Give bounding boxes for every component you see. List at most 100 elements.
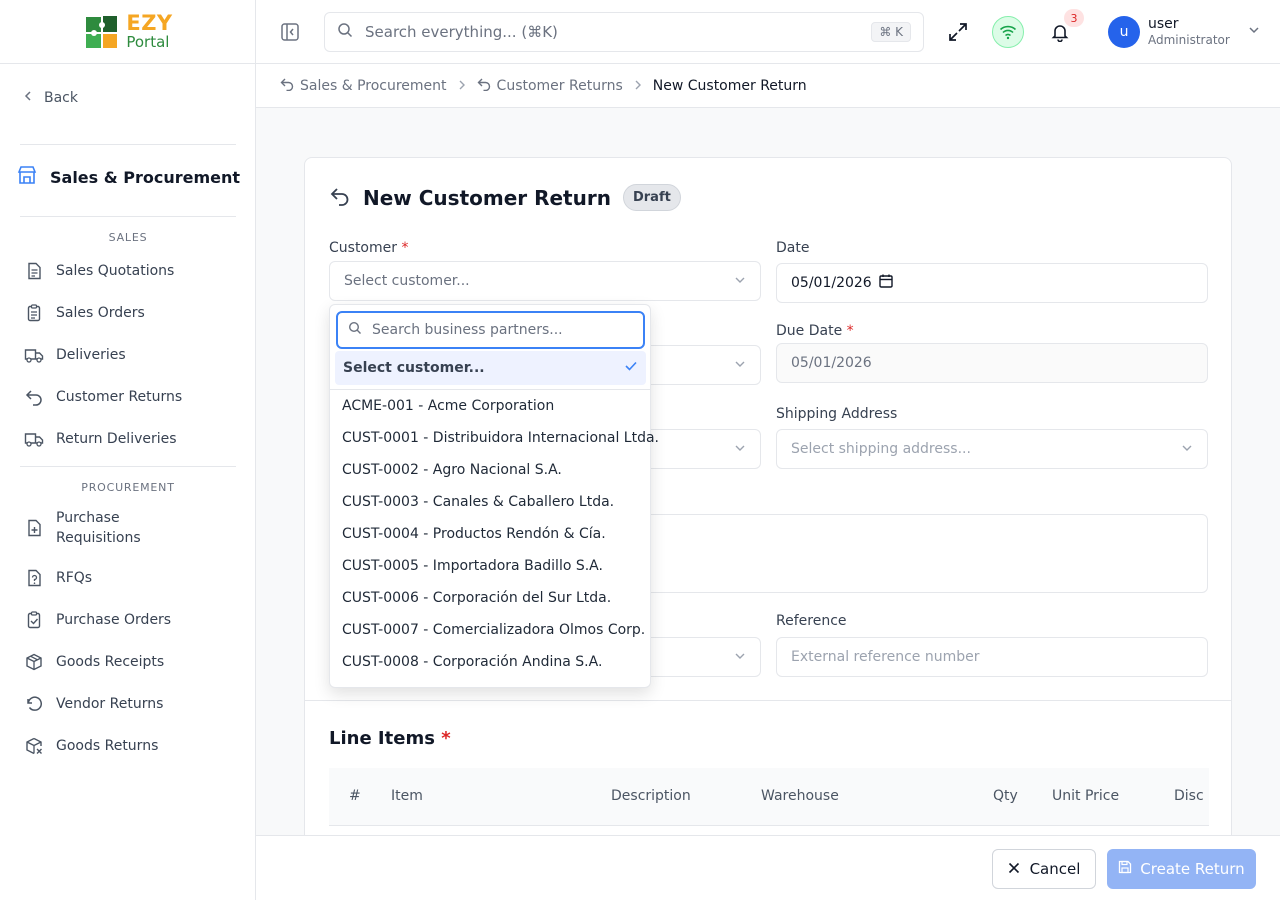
dropdown-option[interactable]: CUST-0007 - Comercializadora Olmos Corp.: [342, 622, 645, 638]
package-x-icon: [24, 736, 44, 756]
shipping-address-label: Shipping Address: [776, 406, 898, 422]
chevron-down-icon: [734, 650, 746, 665]
breadcrumb-item-sales-procurement[interactable]: Sales & Procurement: [280, 77, 447, 95]
search-shortcut-hint: ⌘ K: [871, 22, 911, 42]
sidebar-toggle-icon[interactable]: [280, 22, 300, 42]
chevron-down-icon: [1248, 24, 1260, 40]
dropdown-option[interactable]: CUST-0005 - Importadora Badillo S.A.: [342, 558, 603, 574]
close-icon: [1008, 860, 1020, 878]
sidebar-item-goods-receipts[interactable]: Goods Receipts: [24, 652, 234, 672]
chevron-right-icon: [457, 78, 467, 94]
dropdown-option-label: Select customer...: [343, 360, 485, 376]
sidebar-item-label: Customer Returns: [56, 389, 183, 405]
sidebar-item-purchase-requisitions[interactable]: Purchase Requisitions: [24, 508, 234, 548]
line-items-table-header: # Item Description Warehouse Qty Unit Pr…: [329, 768, 1209, 826]
reference-input[interactable]: External reference number: [776, 637, 1208, 677]
dropdown-option[interactable]: CUST-0004 - Productos Rendón & Cía.: [342, 526, 606, 542]
create-return-button[interactable]: Create Return: [1107, 849, 1256, 889]
business-partner-search-input[interactable]: Search business partners...: [336, 311, 645, 349]
required-marker: *: [846, 323, 854, 339]
sidebar-item-label: Sales Quotations: [56, 263, 175, 279]
search-icon: [337, 22, 353, 42]
column-header-item: Item: [391, 788, 423, 804]
breadcrumb-label: Customer Returns: [496, 77, 623, 94]
column-header-number: #: [349, 788, 361, 804]
dropdown-option-selected[interactable]: Select customer...: [335, 351, 646, 385]
sidebar-item-label: Requisitions: [56, 530, 141, 546]
date-input-value: 05/01/2026: [791, 275, 872, 291]
sidebar-item-rfqs[interactable]: RFQs: [24, 568, 234, 588]
chevron-left-icon: [22, 90, 34, 106]
chevron-down-icon: [734, 274, 746, 289]
sidebar-item-return-deliveries[interactable]: Return Deliveries: [24, 429, 234, 449]
dropdown-option[interactable]: ACME-001 - Acme Corporation: [342, 398, 554, 414]
breadcrumb-item-customer-returns[interactable]: Customer Returns: [477, 77, 623, 95]
dropdown-option[interactable]: CUST-0003 - Canales & Caballero Ltda.: [342, 494, 614, 510]
user-menu[interactable]: u user Administrator: [1108, 16, 1260, 48]
date-input[interactable]: 05/01/2026: [776, 263, 1208, 303]
truck-icon: [24, 429, 44, 449]
create-return-button-label: Create Return: [1140, 860, 1245, 878]
required-marker: *: [441, 728, 451, 749]
sidebar-item-goods-returns[interactable]: Goods Returns: [24, 736, 234, 756]
undo-arrow-icon: [280, 77, 294, 95]
due-date-label-text: Due Date: [776, 323, 843, 339]
column-header-warehouse: Warehouse: [761, 788, 839, 804]
fullscreen-icon[interactable]: [948, 22, 968, 42]
due-date-input[interactable]: 05/01/2026: [776, 343, 1208, 383]
customer-dropdown-menu: Search business partners... Select custo…: [329, 304, 659, 688]
section-divider: [305, 700, 1231, 701]
breadcrumb-current: New Customer Return: [652, 77, 807, 94]
column-header-description: Description: [611, 788, 691, 804]
sidebar-item-sales-quotations[interactable]: Sales Quotations: [24, 261, 234, 281]
dropdown-option[interactable]: CUST-0001 - Distribuidora Internacional …: [342, 430, 659, 446]
status-badge: Draft: [622, 184, 681, 211]
sidebar-item-label: RFQs: [56, 570, 93, 586]
dropdown-option[interactable]: CUST-0002 - Agro Nacional S.A.: [342, 462, 562, 478]
due-date-input-value: 05/01/2026: [791, 355, 872, 371]
dropdown-option[interactable]: CUST-0008 - Corporación Andina S.A.: [342, 654, 602, 670]
module-title: Sales & Procurement: [16, 164, 240, 190]
section-label-procurement: PROCUREMENT: [81, 481, 175, 494]
cancel-button[interactable]: Cancel: [992, 849, 1096, 889]
undo-arrow-icon: [24, 387, 44, 407]
connection-status-wifi-icon[interactable]: [992, 16, 1024, 48]
sidebar-divider: [20, 144, 236, 145]
module-title-label: Sales & Procurement: [50, 167, 241, 187]
customer-select-value: Select customer...: [344, 273, 470, 289]
save-icon: [1118, 860, 1132, 878]
global-search-input[interactable]: Search everything... (⌘K) ⌘ K: [324, 12, 924, 52]
logo-area: EZY Portal: [0, 0, 255, 64]
required-marker: *: [401, 240, 409, 256]
dropdown-option[interactable]: CUST-0006 - Corporación del Sur Ltda.: [342, 590, 611, 606]
shipping-address-select[interactable]: Select shipping address...: [776, 429, 1208, 469]
app-logo[interactable]: EZY Portal: [82, 12, 172, 52]
sidebar-item-deliveries[interactable]: Deliveries: [24, 345, 234, 365]
sidebar-item-purchase-orders[interactable]: Purchase Orders: [24, 610, 234, 630]
undo-arrow-icon: [477, 77, 491, 95]
business-partner-search-placeholder: Search business partners...: [372, 322, 563, 338]
customer-select[interactable]: Select customer...: [329, 261, 761, 301]
document-icon: [24, 261, 44, 281]
column-header-qty: Qty: [993, 788, 1018, 804]
user-role: Administrator: [1148, 33, 1230, 48]
user-name: user: [1148, 16, 1179, 33]
store-icon: [16, 164, 38, 190]
sidebar-item-sales-orders[interactable]: Sales Orders: [24, 303, 234, 323]
sidebar-item-customer-returns[interactable]: Customer Returns: [24, 387, 234, 407]
top-header: Search everything... (⌘K) ⌘ K 3 u user A…: [256, 0, 1280, 64]
sidebar-item-label: Goods Receipts: [56, 654, 165, 670]
package-icon: [24, 652, 44, 672]
column-header-discount: Disc: [1174, 788, 1204, 804]
column-header-unit-price: Unit Price: [1052, 788, 1120, 804]
avatar: u: [1108, 16, 1140, 48]
dropdown-divider: [330, 389, 650, 390]
clipboard-check-icon: [24, 610, 44, 630]
sidebar-item-vendor-returns[interactable]: Vendor Returns: [24, 694, 234, 714]
sidebar-item-label: Purchase Orders: [56, 612, 172, 628]
line-items-title: Line Items *: [329, 728, 451, 749]
calendar-icon[interactable]: [878, 273, 894, 293]
back-link[interactable]: Back: [22, 90, 78, 106]
line-items-title-text: Line Items: [329, 728, 435, 749]
sidebar-item-label: Deliveries: [56, 347, 126, 363]
